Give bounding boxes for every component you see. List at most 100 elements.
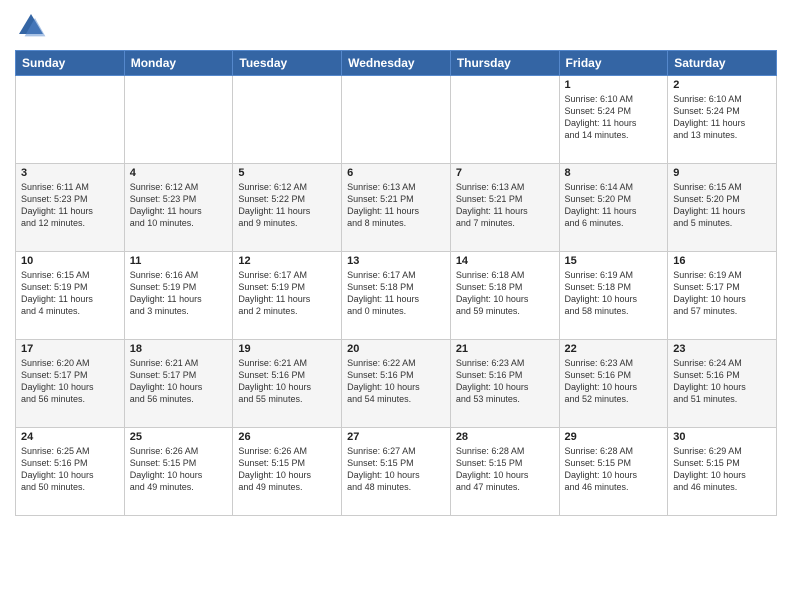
day-info: Sunrise: 6:29 AM Sunset: 5:15 PM Dayligh… (673, 445, 771, 494)
day-info: Sunrise: 6:17 AM Sunset: 5:18 PM Dayligh… (347, 269, 445, 318)
calendar-cell: 5 Sunrise: 6:12 AM Sunset: 5:22 PM Daylig… (233, 164, 342, 252)
calendar-cell: 29 Sunrise: 6:28 AM Sunset: 5:15 PM Dayli… (559, 428, 668, 516)
calendar-cell (124, 76, 233, 164)
day-info: Sunrise: 6:26 AM Sunset: 5:15 PM Dayligh… (130, 445, 228, 494)
calendar-cell: 10Sunrise: 6:15 AM Sunset: 5:19 PM Dayli… (16, 252, 125, 340)
day-number: 22 (565, 343, 663, 355)
calendar-cell: 12 Sunrise: 6:17 AM Sunset: 5:19 PM Dayli… (233, 252, 342, 340)
day-info: Sunrise: 6:28 AM Sunset: 5:15 PM Dayligh… (456, 445, 554, 494)
page: SundayMondayTuesdayWednesdayThursdayFrid… (0, 0, 792, 612)
weekday-header-row: SundayMondayTuesdayWednesdayThursdayFrid… (16, 51, 777, 76)
day-info: Sunrise: 6:23 AM Sunset: 5:16 PM Dayligh… (565, 357, 663, 406)
calendar-cell: 20 Sunrise: 6:22 AM Sunset: 5:16 PM Dayli… (342, 340, 451, 428)
calendar-cell: 27 Sunrise: 6:27 AM Sunset: 5:15 PM Dayli… (342, 428, 451, 516)
day-number: 3 (21, 167, 119, 179)
calendar-table: SundayMondayTuesdayWednesdayThursdayFrid… (15, 50, 777, 516)
calendar-cell: 23 Sunrise: 6:24 AM Sunset: 5:16 PM Dayli… (668, 340, 777, 428)
day-number: 15 (565, 255, 663, 267)
day-number: 19 (238, 343, 336, 355)
day-number: 14 (456, 255, 554, 267)
calendar-cell (233, 76, 342, 164)
calendar-cell: 28Sunrise: 6:28 AM Sunset: 5:15 PM Dayli… (450, 428, 559, 516)
header (15, 10, 777, 42)
day-number: 23 (673, 343, 771, 355)
weekday-header-wednesday: Wednesday (342, 51, 451, 76)
calendar-cell: 15 Sunrise: 6:19 AM Sunset: 5:18 PM Dayli… (559, 252, 668, 340)
calendar-cell: 6 Sunrise: 6:13 AM Sunset: 5:21 PM Daylig… (342, 164, 451, 252)
day-info: Sunrise: 6:17 AM Sunset: 5:19 PM Dayligh… (238, 269, 336, 318)
day-info: Sunrise: 6:10 AM Sunset: 5:24 PM Dayligh… (673, 93, 771, 142)
day-info: Sunrise: 6:21 AM Sunset: 5:17 PM Dayligh… (130, 357, 228, 406)
day-info: Sunrise: 6:12 AM Sunset: 5:22 PM Dayligh… (238, 181, 336, 230)
calendar-week-4: 24Sunrise: 6:25 AM Sunset: 5:16 PM Dayli… (16, 428, 777, 516)
day-number: 11 (130, 255, 228, 267)
day-info: Sunrise: 6:13 AM Sunset: 5:21 PM Dayligh… (347, 181, 445, 230)
day-number: 17 (21, 343, 119, 355)
day-number: 12 (238, 255, 336, 267)
day-number: 9 (673, 167, 771, 179)
calendar-cell: 1 Sunrise: 6:10 AM Sunset: 5:24 PM Daylig… (559, 76, 668, 164)
day-info: Sunrise: 6:16 AM Sunset: 5:19 PM Dayligh… (130, 269, 228, 318)
calendar-cell (450, 76, 559, 164)
calendar-cell: 13 Sunrise: 6:17 AM Sunset: 5:18 PM Dayli… (342, 252, 451, 340)
day-number: 13 (347, 255, 445, 267)
calendar-cell: 3Sunrise: 6:11 AM Sunset: 5:23 PM Daylig… (16, 164, 125, 252)
day-number: 2 (673, 79, 771, 91)
day-info: Sunrise: 6:13 AM Sunset: 5:21 PM Dayligh… (456, 181, 554, 230)
weekday-header-thursday: Thursday (450, 51, 559, 76)
day-number: 10 (21, 255, 119, 267)
day-number: 5 (238, 167, 336, 179)
day-number: 29 (565, 431, 663, 443)
logo (15, 10, 51, 42)
day-info: Sunrise: 6:19 AM Sunset: 5:17 PM Dayligh… (673, 269, 771, 318)
day-info: Sunrise: 6:22 AM Sunset: 5:16 PM Dayligh… (347, 357, 445, 406)
day-number: 24 (21, 431, 119, 443)
day-number: 16 (673, 255, 771, 267)
day-info: Sunrise: 6:19 AM Sunset: 5:18 PM Dayligh… (565, 269, 663, 318)
calendar-cell: 14Sunrise: 6:18 AM Sunset: 5:18 PM Dayli… (450, 252, 559, 340)
day-info: Sunrise: 6:26 AM Sunset: 5:15 PM Dayligh… (238, 445, 336, 494)
day-number: 21 (456, 343, 554, 355)
calendar-week-3: 17Sunrise: 6:20 AM Sunset: 5:17 PM Dayli… (16, 340, 777, 428)
logo-icon (15, 10, 47, 42)
day-number: 27 (347, 431, 445, 443)
calendar-cell: 18 Sunrise: 6:21 AM Sunset: 5:17 PM Dayli… (124, 340, 233, 428)
calendar-cell (16, 76, 125, 164)
calendar-cell: 7Sunrise: 6:13 AM Sunset: 5:21 PM Daylig… (450, 164, 559, 252)
calendar-cell: 22 Sunrise: 6:23 AM Sunset: 5:16 PM Dayli… (559, 340, 668, 428)
calendar-cell: 9 Sunrise: 6:15 AM Sunset: 5:20 PM Daylig… (668, 164, 777, 252)
calendar-cell: 26 Sunrise: 6:26 AM Sunset: 5:15 PM Dayli… (233, 428, 342, 516)
calendar-cell: 4 Sunrise: 6:12 AM Sunset: 5:23 PM Daylig… (124, 164, 233, 252)
day-info: Sunrise: 6:15 AM Sunset: 5:20 PM Dayligh… (673, 181, 771, 230)
day-number: 4 (130, 167, 228, 179)
calendar-cell (342, 76, 451, 164)
day-number: 20 (347, 343, 445, 355)
day-info: Sunrise: 6:14 AM Sunset: 5:20 PM Dayligh… (565, 181, 663, 230)
day-number: 26 (238, 431, 336, 443)
day-number: 30 (673, 431, 771, 443)
calendar-cell: 30 Sunrise: 6:29 AM Sunset: 5:15 PM Dayli… (668, 428, 777, 516)
day-info: Sunrise: 6:24 AM Sunset: 5:16 PM Dayligh… (673, 357, 771, 406)
calendar-cell: 2 Sunrise: 6:10 AM Sunset: 5:24 PM Daylig… (668, 76, 777, 164)
calendar-week-1: 3Sunrise: 6:11 AM Sunset: 5:23 PM Daylig… (16, 164, 777, 252)
day-number: 1 (565, 79, 663, 91)
weekday-header-monday: Monday (124, 51, 233, 76)
calendar-cell: 21 Sunrise: 6:23 AM Sunset: 5:16 PM Dayli… (450, 340, 559, 428)
day-number: 6 (347, 167, 445, 179)
day-info: Sunrise: 6:10 AM Sunset: 5:24 PM Dayligh… (565, 93, 663, 142)
day-info: Sunrise: 6:12 AM Sunset: 5:23 PM Dayligh… (130, 181, 228, 230)
day-number: 8 (565, 167, 663, 179)
calendar-cell: 8 Sunrise: 6:14 AM Sunset: 5:20 PM Daylig… (559, 164, 668, 252)
weekday-header-sunday: Sunday (16, 51, 125, 76)
calendar-cell: 25Sunrise: 6:26 AM Sunset: 5:15 PM Dayli… (124, 428, 233, 516)
day-info: Sunrise: 6:27 AM Sunset: 5:15 PM Dayligh… (347, 445, 445, 494)
calendar-cell: 11 Sunrise: 6:16 AM Sunset: 5:19 PM Dayli… (124, 252, 233, 340)
calendar-cell: 16 Sunrise: 6:19 AM Sunset: 5:17 PM Dayli… (668, 252, 777, 340)
day-info: Sunrise: 6:28 AM Sunset: 5:15 PM Dayligh… (565, 445, 663, 494)
weekday-header-tuesday: Tuesday (233, 51, 342, 76)
day-number: 18 (130, 343, 228, 355)
weekday-header-friday: Friday (559, 51, 668, 76)
calendar-cell: 24Sunrise: 6:25 AM Sunset: 5:16 PM Dayli… (16, 428, 125, 516)
day-info: Sunrise: 6:23 AM Sunset: 5:16 PM Dayligh… (456, 357, 554, 406)
weekday-header-saturday: Saturday (668, 51, 777, 76)
